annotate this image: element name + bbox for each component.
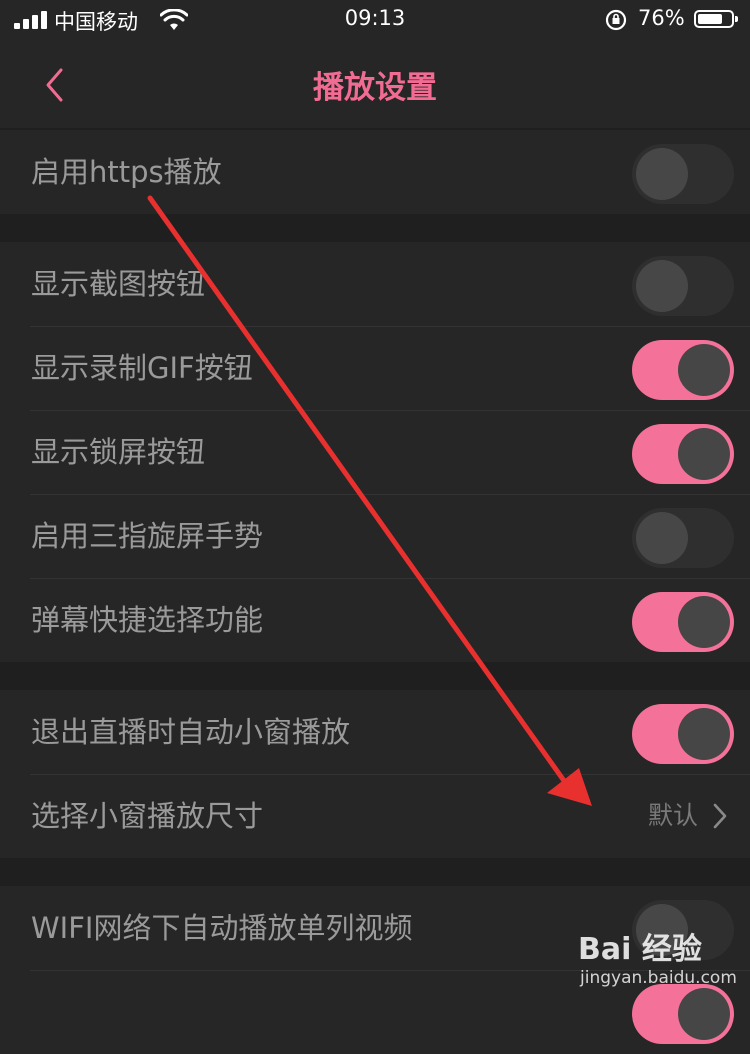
gif-button-toggle[interactable] (632, 340, 734, 400)
danmaku-quick-select-toggle[interactable] (632, 592, 734, 652)
setting-danmaku-quick-select: 弹幕快捷选择功能 (0, 578, 750, 662)
setting-label: 显示截图按钮 (31, 267, 206, 301)
setting-label: 启用三指旋屏手势 (31, 519, 264, 553)
settings-group-player-buttons: 显示截图按钮 显示录制GIF按钮 显示锁屏按钮 启用三指旋屏手势 弹幕快捷选择功… (0, 242, 750, 662)
three-finger-rotate-toggle[interactable] (632, 508, 734, 568)
setting-show-gif-button: 显示录制GIF按钮 (0, 326, 750, 410)
battery-percent: 76% (638, 6, 685, 30)
lock-button-toggle[interactable] (632, 424, 734, 484)
battery-icon (694, 10, 738, 28)
rotation-lock-icon (605, 9, 627, 31)
nav-bar: 播放设置 (0, 40, 750, 128)
baidu-jingyan-watermark: Bai 经验 jingyan.baidu.com (574, 924, 744, 996)
mini-window-size-value: 默认 (647, 801, 698, 830)
setting-label: 启用https播放 (31, 155, 222, 189)
setting-label: 退出直播时自动小窗播放 (31, 715, 351, 749)
status-bar: 中国移动 09:13 76% (0, 0, 750, 40)
setting-show-lock-button: 显示锁屏按钮 (0, 410, 750, 494)
setting-label: 显示录制GIF按钮 (31, 351, 253, 385)
auto-mini-window-toggle[interactable] (632, 704, 734, 764)
setting-auto-mini-window: 退出直播时自动小窗播放 (0, 690, 750, 774)
chevron-right-icon (713, 803, 727, 829)
https-playback-toggle[interactable] (632, 144, 734, 204)
setting-label: 选择小窗播放尺寸 (31, 799, 264, 833)
setting-label: WIFI网络下自动播放单列视频 (31, 911, 413, 945)
setting-label: 显示锁屏按钮 (31, 435, 206, 469)
watermark-url: jingyan.baidu.com (580, 968, 737, 988)
setting-label: 弹幕快捷选择功能 (31, 603, 264, 637)
settings-group-https: 启用https播放 (0, 130, 750, 214)
setting-mini-window-size[interactable]: 选择小窗播放尺寸 默认 (0, 774, 750, 858)
setting-https-playback: 启用https播放 (0, 130, 750, 214)
setting-show-screenshot-button: 显示截图按钮 (0, 242, 750, 326)
settings-group-mini-window: 退出直播时自动小窗播放 选择小窗播放尺寸 默认 (0, 690, 750, 858)
screenshot-button-toggle[interactable] (632, 256, 734, 316)
setting-three-finger-rotate: 启用三指旋屏手势 (0, 494, 750, 578)
page-title: 播放设置 (313, 70, 437, 106)
watermark-logo: Bai 经验 (578, 932, 702, 967)
